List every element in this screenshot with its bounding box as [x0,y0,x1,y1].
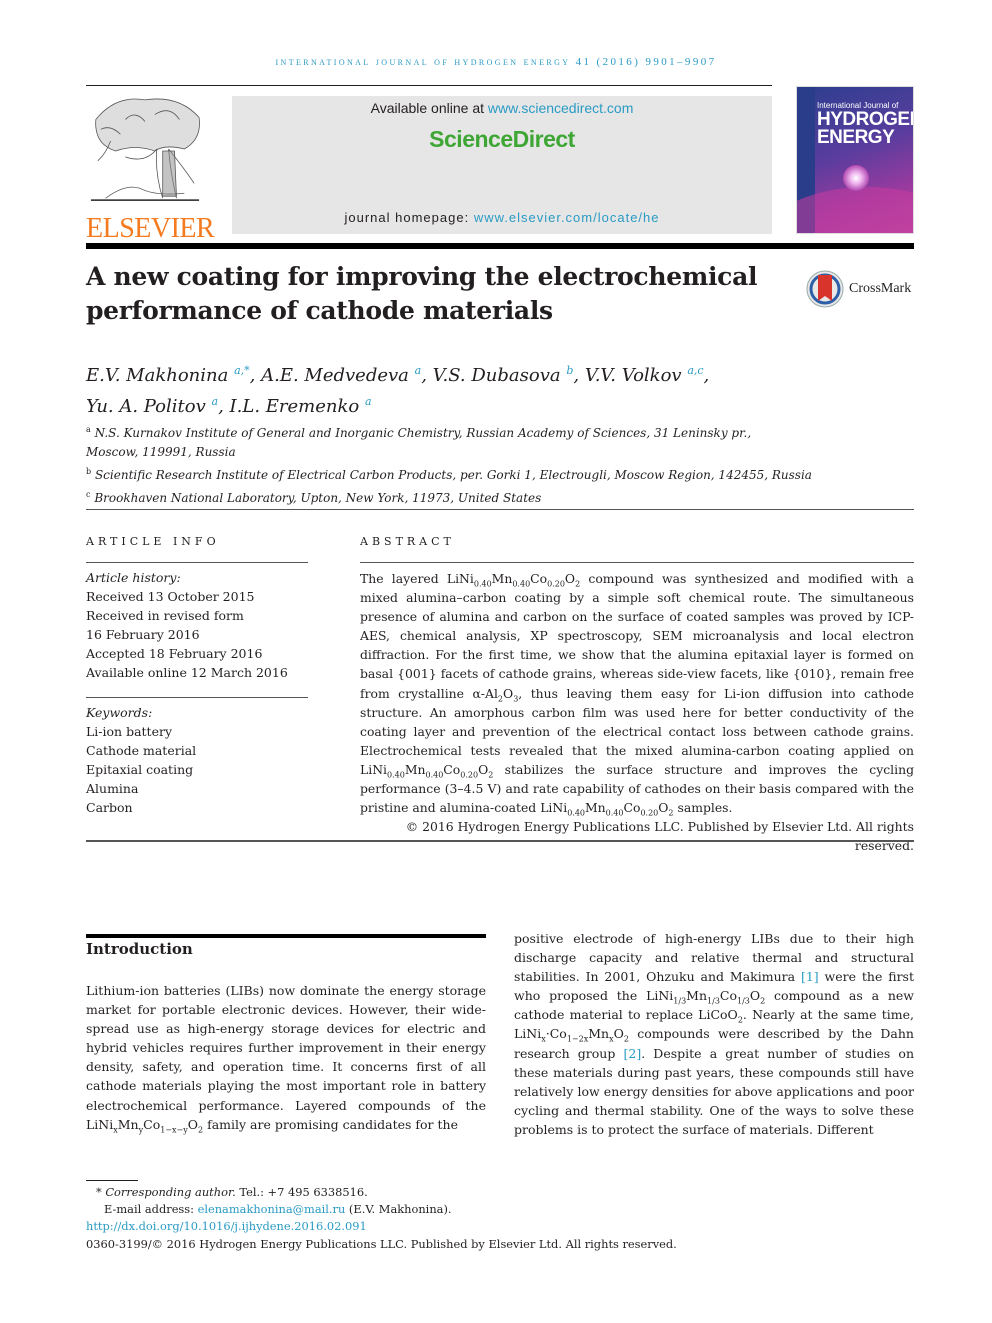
author[interactable]: Yu. A. Politov a [86,395,218,417]
keyword: Cathode material [86,743,197,758]
affiliation-a: a N.S. Kurnakov Institute of General and… [86,425,752,440]
affiliation-b: b Scientific Research Institute of Elect… [86,467,812,482]
abstract-text: The layered LiNi0.40Mn0.40Co0.20O2 compo… [360,569,914,855]
author[interactable]: E.V. Makhonina a,* [86,364,250,386]
journal-homepage-link[interactable]: www.elsevier.com/locate/he [474,210,660,225]
elsevier-logo[interactable]: ELSEVIER [86,90,215,243]
keyword: Li-ion battery [86,724,173,739]
running-head: International Journal of Hydrogen Energy… [275,56,717,68]
crossmark-icon [806,270,844,308]
article-info-heading: ARTICLE INFO [86,535,220,548]
corresponding-author-note: * Corresponding author. Tel.: +7 495 633… [96,1185,368,1199]
history-item: Received in revised form [86,608,244,623]
author[interactable]: V.V. Volkov a,c [585,364,704,386]
affiliations: a N.S. Kurnakov Institute of General and… [86,420,916,508]
body-column-right: positive electrode of high-energy LIBs d… [514,931,914,1137]
header-rule [86,85,772,86]
divider [86,509,914,510]
abstract-copyright: © 2016 Hydrogen Energy Publications LLC.… [405,819,914,854]
header-thick-rule [86,243,914,249]
author-list: E.V. Makhonina a,*, A.E. Medvedeva a, V.… [86,364,710,417]
footnotes: * Corresponding author. Tel.: +7 495 633… [86,1184,786,1253]
email-link[interactable]: elenamakhonina@mail.ru [198,1202,346,1216]
journal-cover[interactable]: International Journal of HYDROGEN ENERGY [796,86,914,234]
keyword: Epitaxial coating [86,762,194,777]
divider [86,840,914,842]
sciencedirect-logo[interactable]: ScienceDirect [232,126,772,153]
doi-link[interactable]: http://dx.doi.org/10.1016/j.ijhydene.201… [86,1219,367,1233]
cover-title: HYDROGEN ENERGY [817,109,914,148]
cover-orb-graphic [843,165,869,191]
history-item: Accepted 18 February 2016 [86,646,263,661]
keywords: Keywords: Li-ion battery Cathode materia… [86,705,197,815]
article-history: Article history: Received 13 October 201… [86,570,288,680]
history-item: Available online 12 March 2016 [86,665,288,680]
issn-copyright: 0360-3199/© 2016 Hydrogen Energy Publica… [86,1236,677,1251]
author[interactable]: V.S. Dubasova b [433,364,574,386]
available-online: Available online at www.sciencedirect.co… [370,100,634,116]
keyword: Alumina [86,781,139,796]
history-item: Received 13 October 2015 [86,589,255,604]
journal-homepage: journal homepage: www.elsevier.com/locat… [344,210,660,225]
crossmark-button[interactable]: CrossMark [805,268,920,310]
author[interactable]: A.E. Medvedeva a [261,364,421,386]
affiliation-c: c Brookhaven National Laboratory, Upton,… [86,490,542,505]
history-item: 16 February 2016 [86,627,200,642]
tree-icon [90,98,200,201]
keyword: Carbon [86,800,133,815]
sciencedirect-banner: Available online at www.sciencedirect.co… [232,96,772,234]
abstract-heading: ABSTRACT [360,535,455,548]
sciencedirect-link[interactable]: www.sciencedirect.com [488,100,634,116]
reference-link[interactable]: [1] [801,969,819,984]
author[interactable]: I.L. Eremenko a [230,395,372,417]
reference-link[interactable]: [2] [623,1046,641,1061]
elsevier-wordmark: ELSEVIER [86,213,215,244]
introduction-heading: Introduction [86,940,193,958]
body-column-left: Lithium-ion batteries (LIBs) now dominat… [86,983,486,1135]
article-title: A new coating for improving the electroc… [86,262,758,325]
